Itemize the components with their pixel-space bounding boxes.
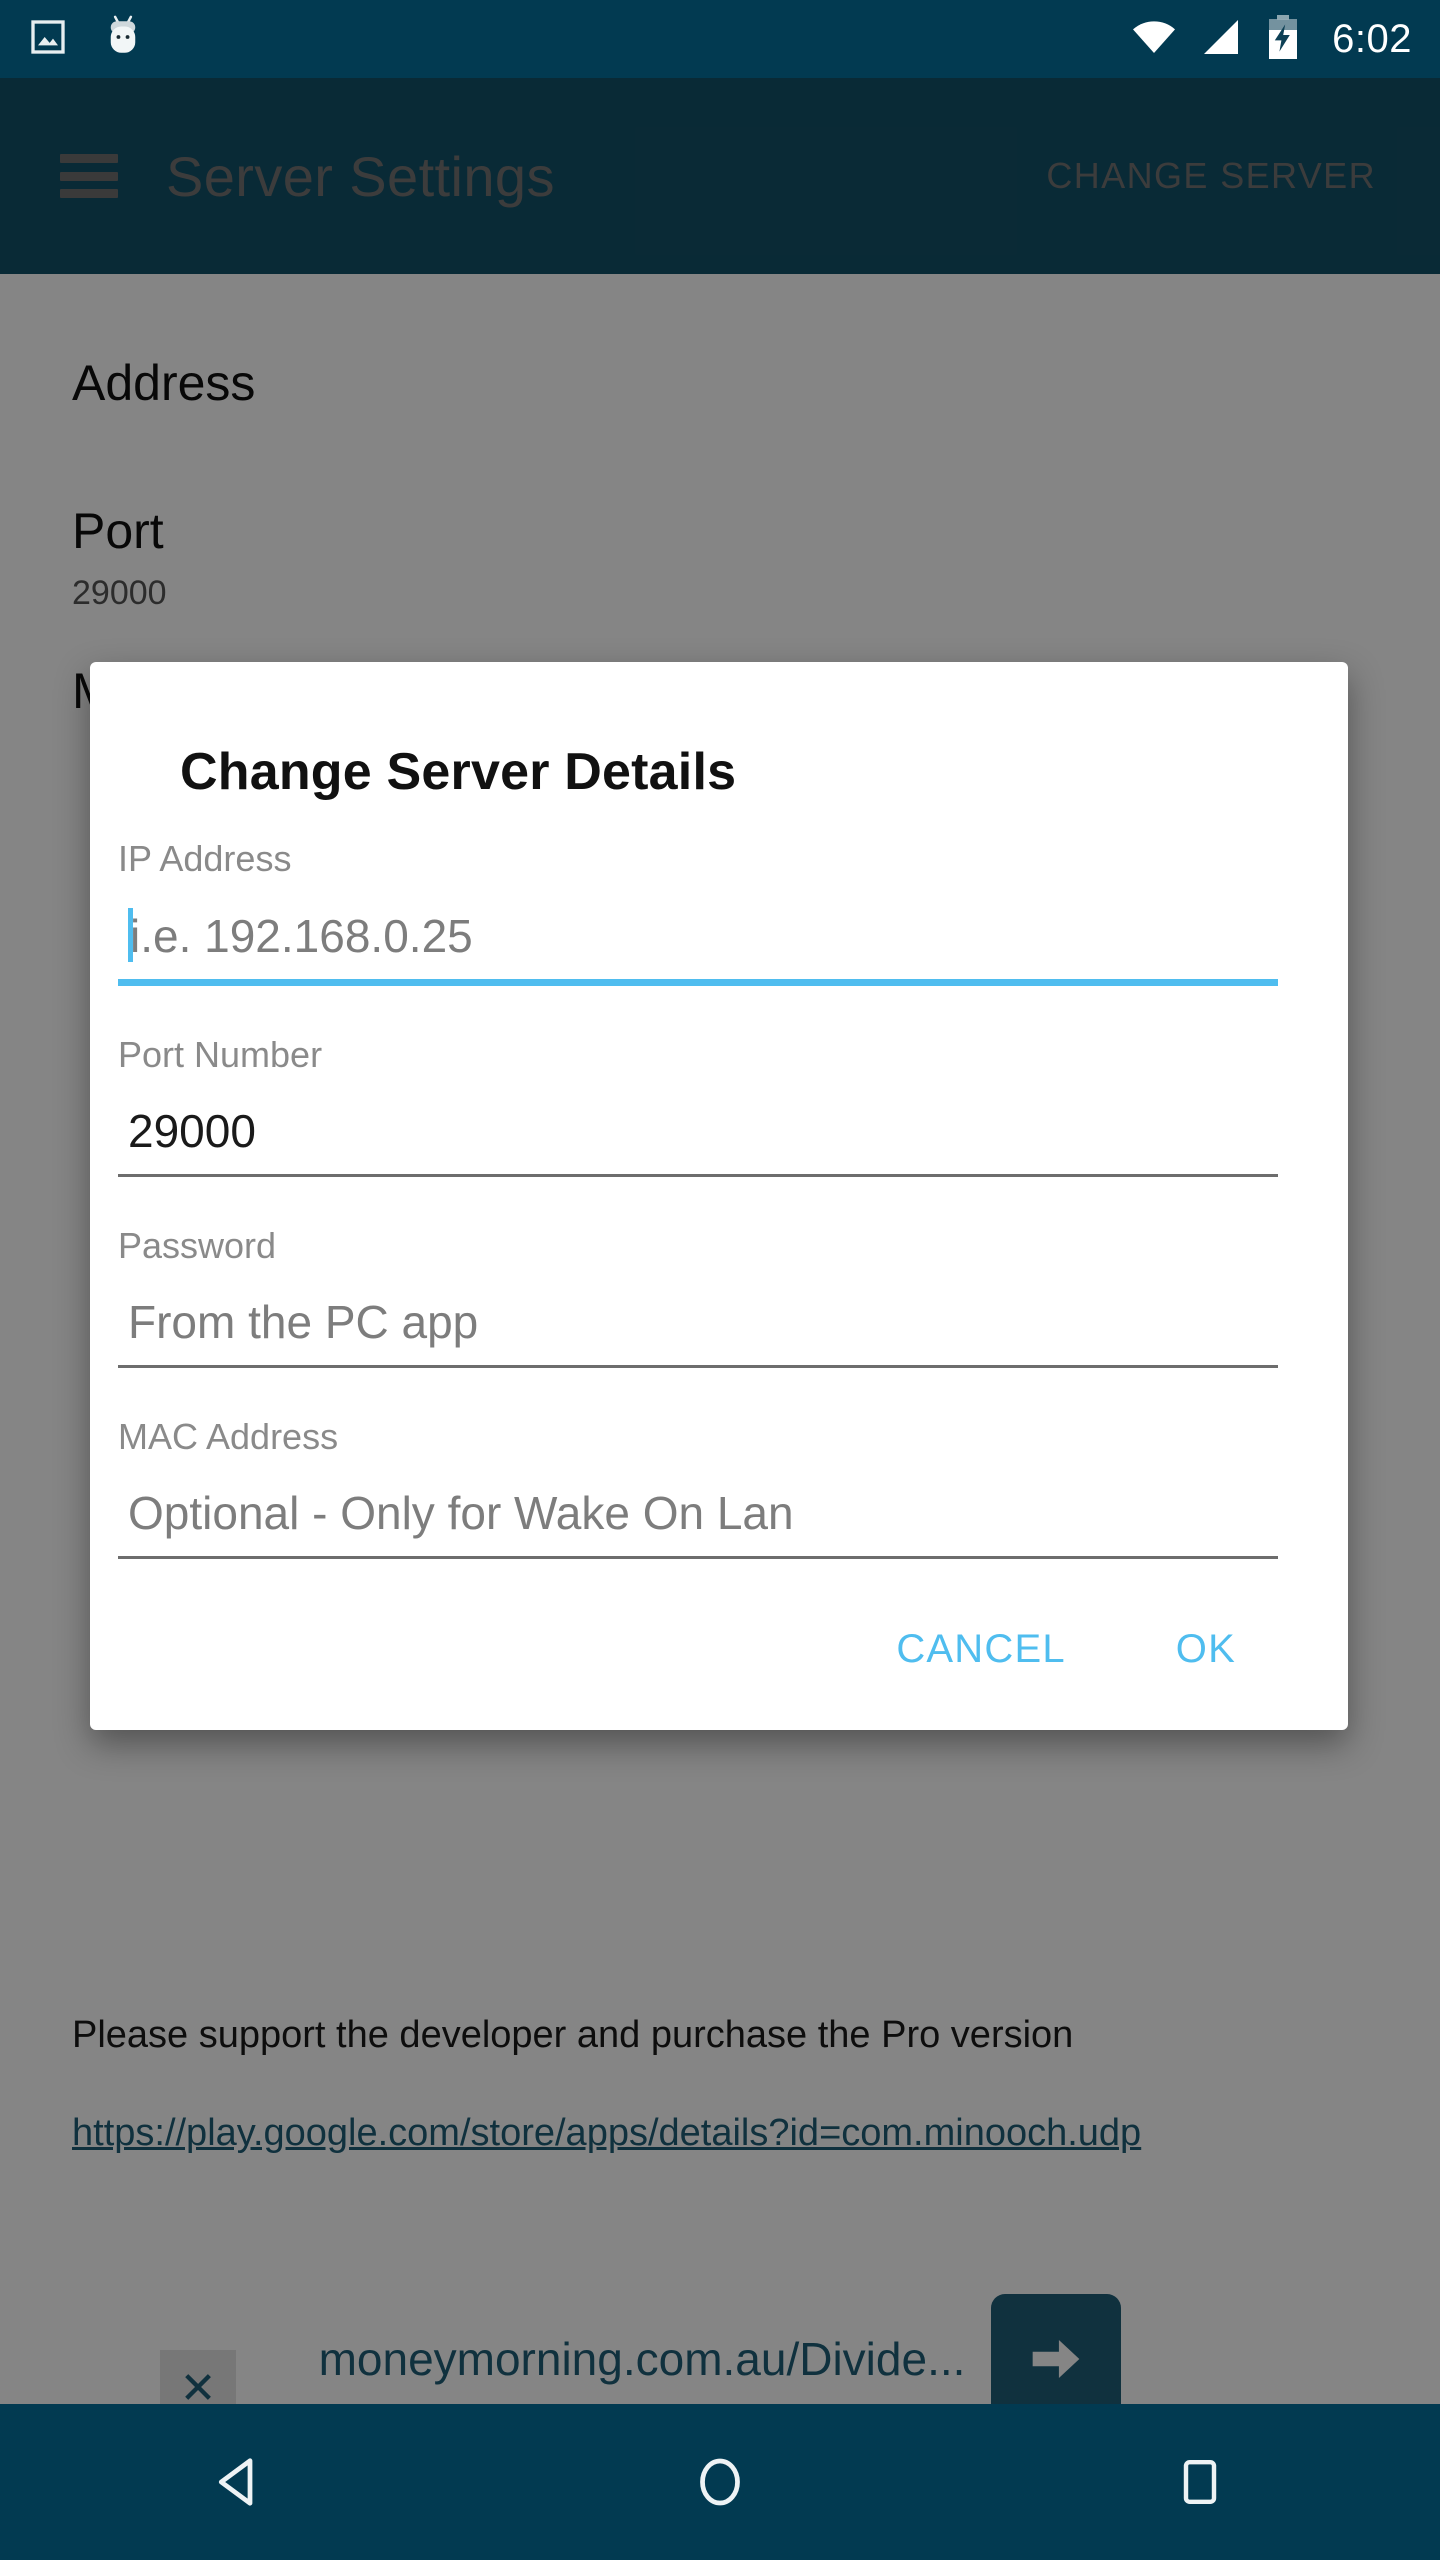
- battery-charging-icon: [1266, 14, 1300, 65]
- password-underline: [118, 1365, 1278, 1368]
- field-port-number: Port Number 29000: [90, 1034, 1348, 1189]
- mac-address-input-text: Optional - Only for Wake On Lan: [128, 1487, 794, 1539]
- port-number-input[interactable]: 29000: [118, 1104, 1278, 1189]
- system-navigation-bar: [0, 2404, 1440, 2560]
- ok-button[interactable]: OK: [1176, 1627, 1236, 1672]
- port-number-underline: [118, 1174, 1278, 1177]
- field-label-password: Password: [118, 1225, 277, 1266]
- wifi-icon: [1130, 17, 1178, 62]
- field-mac-address: MAC Address Optional - Only for Wake On …: [90, 1416, 1348, 1571]
- password-input-text: From the PC app: [128, 1296, 479, 1348]
- ip-address-underline: [118, 979, 1278, 986]
- field-label-port-number: Port Number: [118, 1034, 323, 1075]
- change-server-details-dialog: Change Server Details IP Address i.e. 19…: [90, 662, 1348, 1730]
- status-bar: 6:02: [0, 0, 1440, 78]
- field-label-mac-address: MAC Address: [118, 1416, 339, 1457]
- field-password: Password From the PC app: [90, 1225, 1348, 1380]
- cancel-button[interactable]: CANCEL: [896, 1627, 1065, 1672]
- field-label-ip-address: IP Address: [118, 838, 292, 879]
- dialog-title: Change Server Details: [180, 743, 737, 801]
- mac-address-input[interactable]: Optional - Only for Wake On Lan: [118, 1486, 1278, 1571]
- signal-icon: [1200, 17, 1244, 62]
- android-mascot-icon: [102, 14, 144, 65]
- port-number-input-text: 29000: [128, 1105, 256, 1157]
- back-icon[interactable]: [150, 2404, 330, 2560]
- mac-address-underline: [118, 1556, 1278, 1559]
- home-icon[interactable]: [630, 2404, 810, 2560]
- ip-address-input[interactable]: i.e. 192.168.0.25: [118, 908, 1278, 998]
- ip-address-input-text: i.e. 192.168.0.25: [128, 908, 473, 962]
- password-input[interactable]: From the PC app: [118, 1295, 1278, 1380]
- recents-icon[interactable]: [1110, 2404, 1290, 2560]
- status-bar-system-icons: 6:02: [1130, 14, 1412, 65]
- image-icon: [28, 17, 68, 62]
- field-ip-address: IP Address i.e. 192.168.0.25: [90, 838, 1348, 998]
- dialog-action-bar: CANCEL OK: [90, 1571, 1348, 1706]
- status-bar-notifications: [28, 14, 144, 65]
- android-screen: Address Port 29000 MAC Address Please su…: [0, 0, 1440, 2560]
- status-bar-clock: 6:02: [1332, 16, 1412, 61]
